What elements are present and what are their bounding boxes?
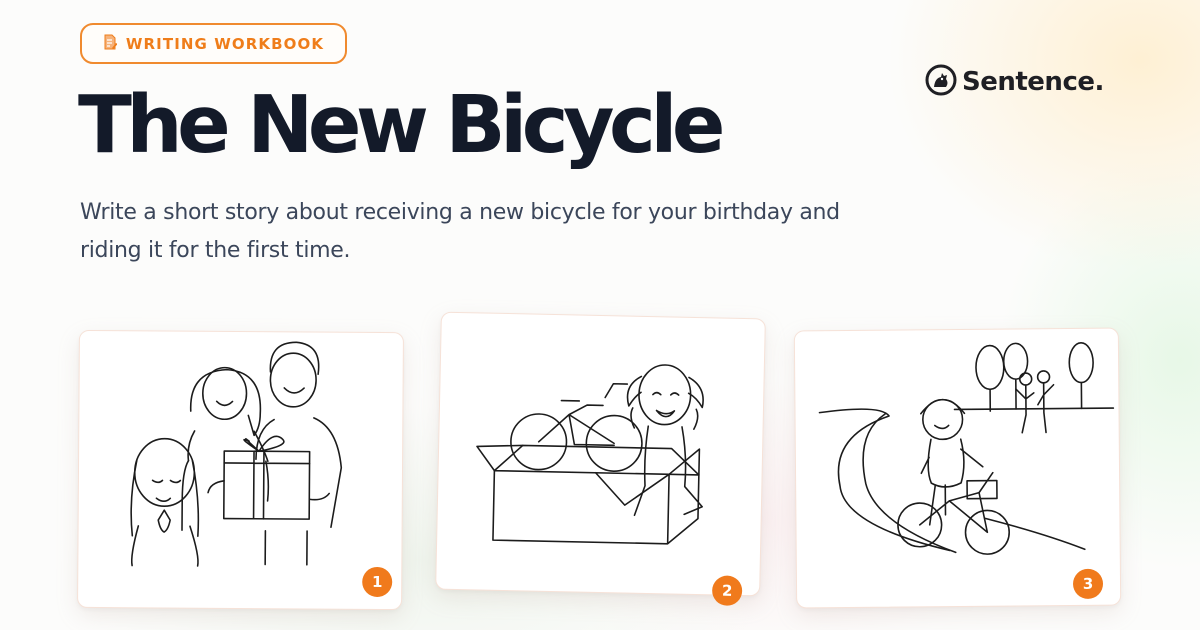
story-panel-1: 1 <box>77 329 404 611</box>
bicycle-box-scene <box>476 364 704 545</box>
story-panel-2: 2 <box>435 311 766 606</box>
page-title: The New Bicycle <box>78 79 726 171</box>
girl-riding-bike-scene <box>818 342 1115 555</box>
panel-number-badge: 3 <box>1072 568 1104 599</box>
sentence-logo[interactable]: Sentence. <box>925 64 1104 100</box>
story-panel-3: 3 <box>793 327 1122 609</box>
panel-number-badge: 1 <box>362 566 393 598</box>
pencil-paper-icon <box>103 34 118 54</box>
prompt-description: Write a short story about receiving a ne… <box>80 200 840 263</box>
logo-text: Sentence. <box>962 67 1104 97</box>
family-gift-scene <box>130 341 343 567</box>
cat-logo-icon <box>925 64 957 100</box>
badge-label: WRITING WORKBOOK <box>125 34 325 53</box>
writing-workbook-badge: WRITING WORKBOOK <box>80 23 347 64</box>
